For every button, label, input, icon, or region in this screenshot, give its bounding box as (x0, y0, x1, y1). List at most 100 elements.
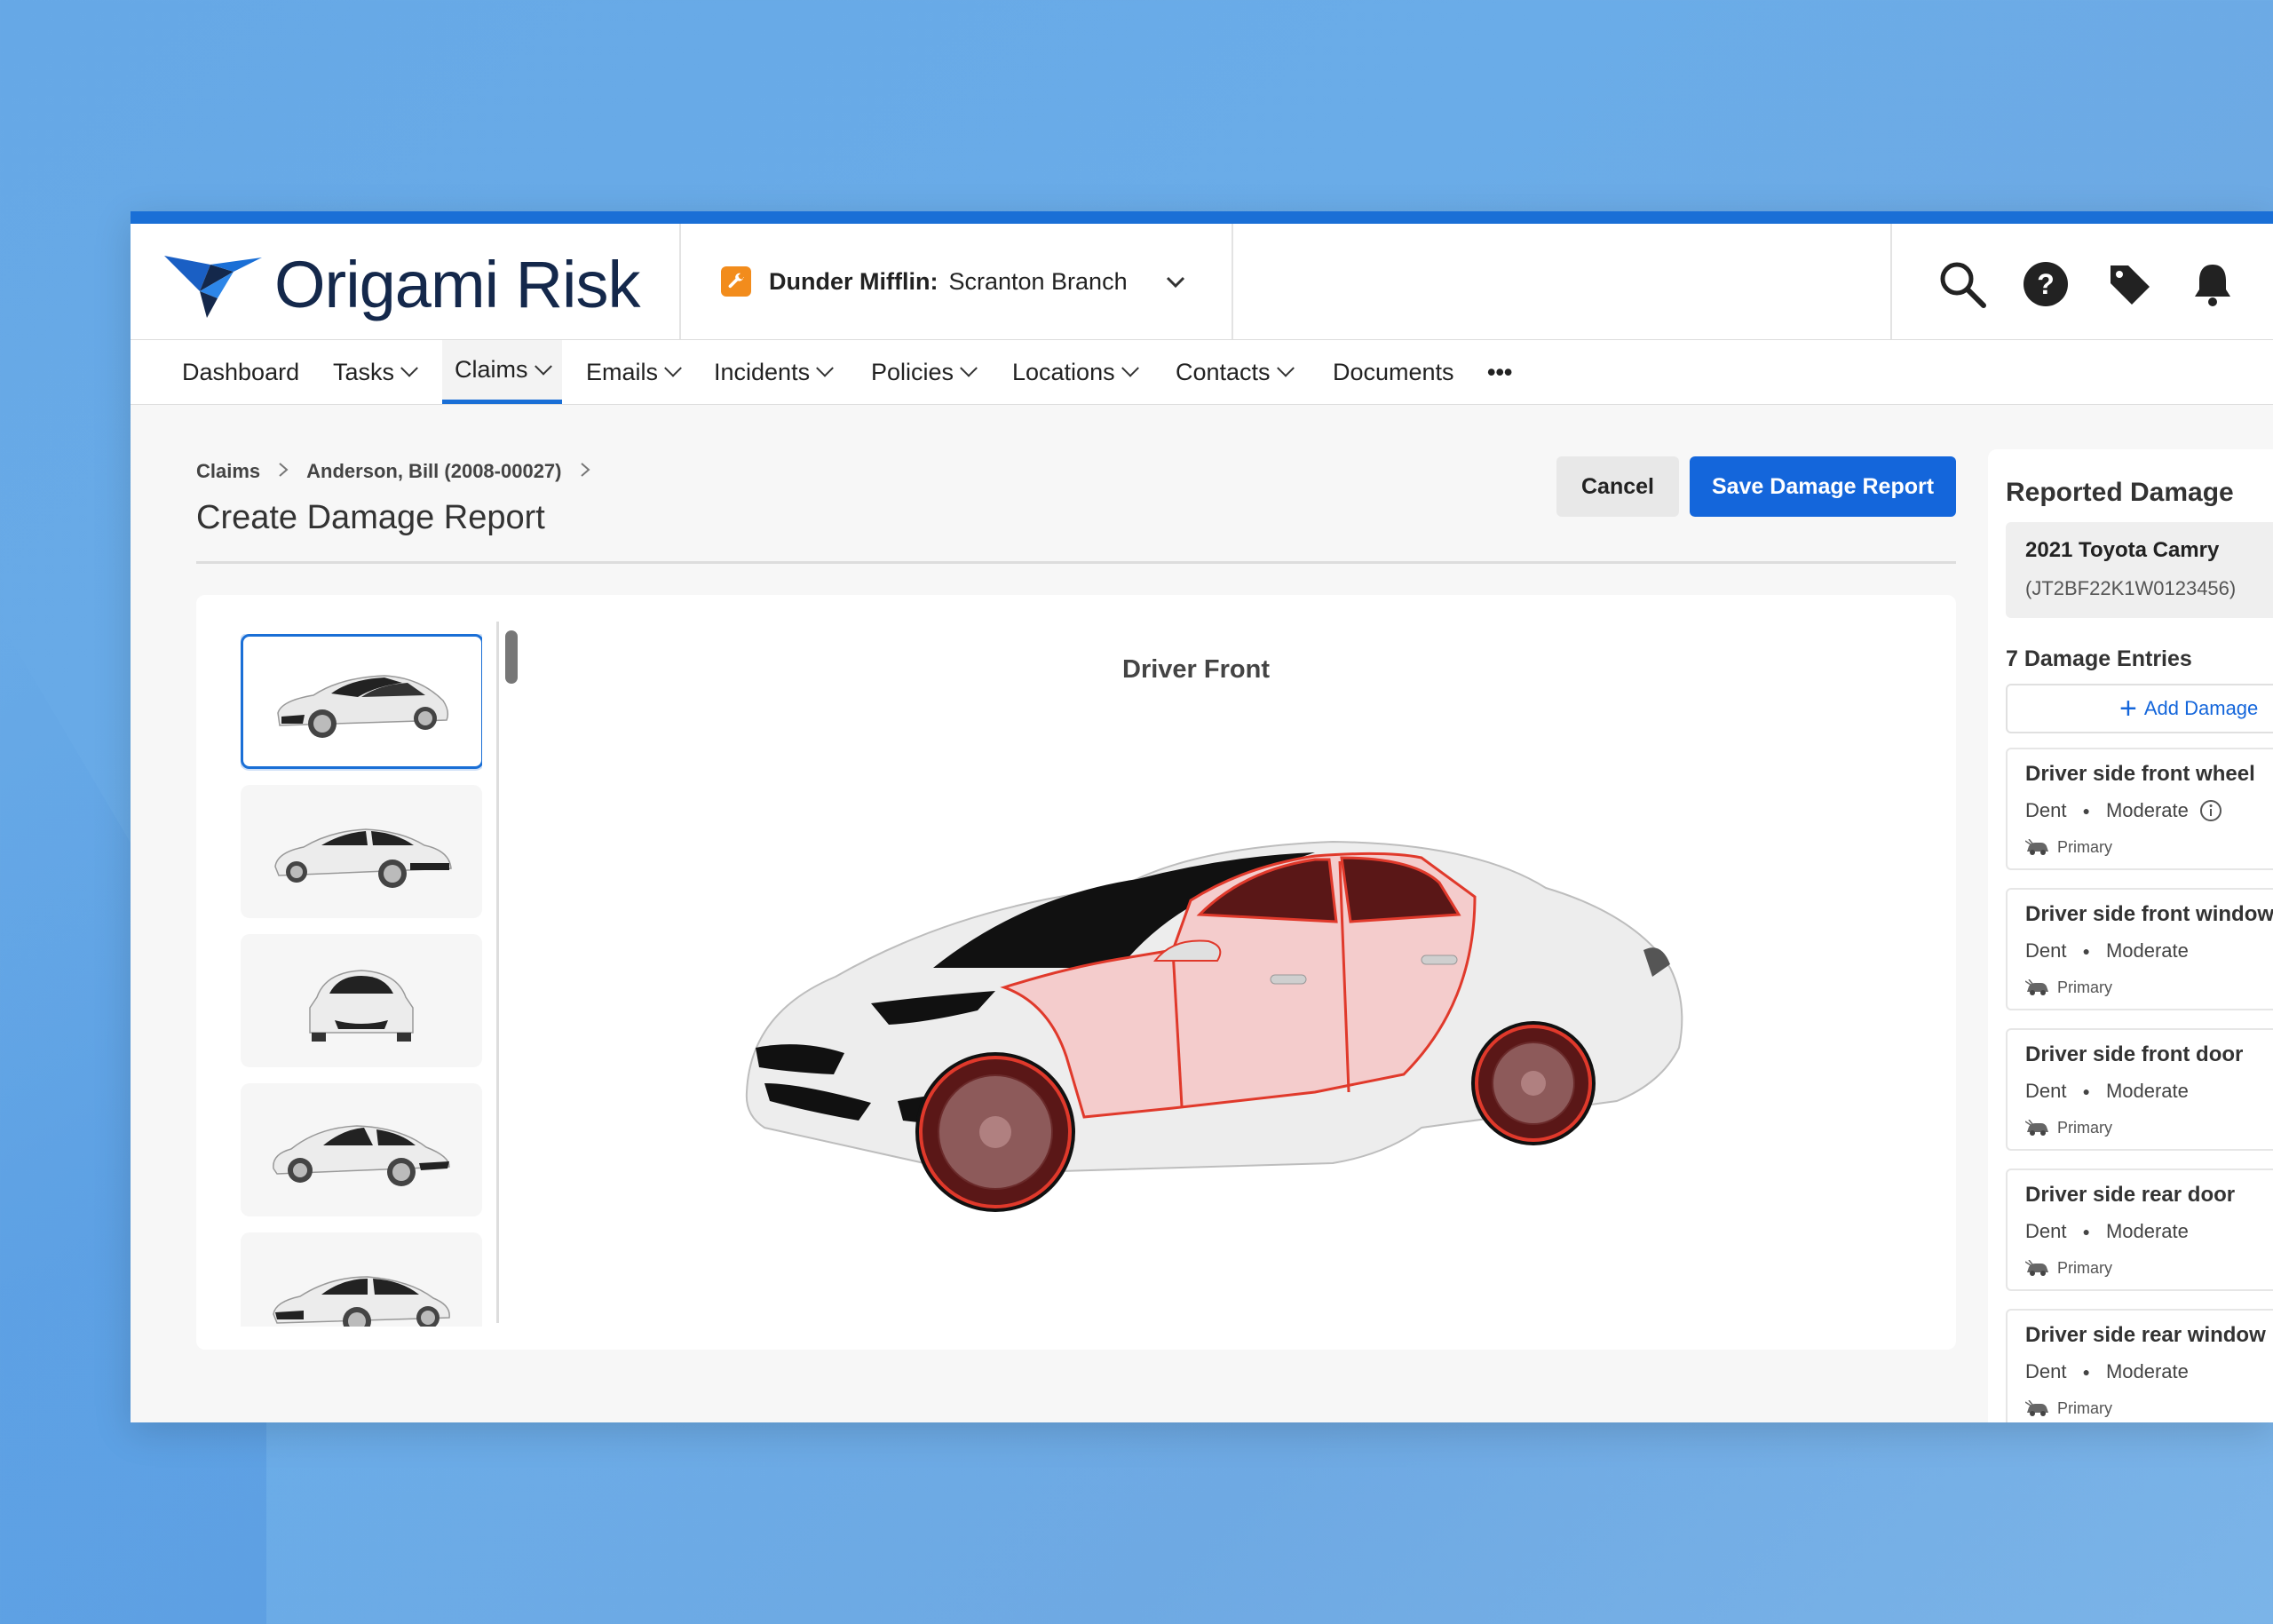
chevron-down-icon (664, 359, 682, 377)
dot-separator: ● (2082, 1084, 2090, 1098)
entry-tag-label: Primary (2057, 838, 2112, 856)
thumbnail-passenger-front[interactable] (241, 1083, 482, 1216)
logo[interactable]: Origami Risk (164, 247, 640, 321)
entry-tag: Primary (2025, 1119, 2112, 1137)
entry-tag-label: Primary (2057, 1399, 2112, 1417)
entry-type: Dent (2025, 799, 2067, 821)
damage-entry[interactable]: Driver side rear door Dent ● Moderate Pr… (2006, 1168, 2273, 1291)
topbar-divider (679, 224, 681, 339)
nav-contacts[interactable]: Contacts (1176, 340, 1295, 404)
entry-title: Driver side front door (2025, 1042, 2244, 1066)
dot-separator: ● (2082, 944, 2090, 958)
car-driver-rear-icon (274, 828, 452, 888)
nav-documents-label: Documents (1333, 358, 1454, 385)
car-crash-icon (2025, 978, 2048, 995)
nav-dashboard[interactable]: Dashboard (182, 340, 299, 404)
panel-title: Reported Damage (2006, 478, 2234, 507)
entry-meta: Dent ● Moderate (2025, 1220, 2189, 1243)
car-crash-icon (2025, 838, 2048, 855)
help-icon[interactable]: ? (2021, 259, 2071, 309)
entry-tag: Primary (2025, 838, 2112, 857)
vehicle-summary: 2021 Toyota Camry (JT2BF22K1W0123456) (2006, 522, 2273, 618)
entry-tag: Primary (2025, 1399, 2112, 1418)
bell-icon[interactable] (2188, 259, 2237, 309)
entry-tag: Primary (2025, 978, 2112, 997)
chevron-down-icon (1165, 268, 1186, 296)
entry-type: Dent (2025, 1360, 2067, 1382)
page-title: Create Damage Report (196, 499, 545, 536)
nav-policies-label: Policies (871, 358, 954, 385)
nav-incidents[interactable]: Incidents (714, 340, 834, 404)
nav-locations[interactable]: Locations (1012, 340, 1139, 404)
breadcrumb-claim[interactable]: Anderson, Bill (2008-00027) (306, 460, 561, 483)
nav-dashboard-label: Dashboard (182, 358, 300, 385)
tag-icon[interactable] (2104, 259, 2154, 309)
thumbnail-driver-rear[interactable] (241, 785, 482, 918)
breadcrumb-claims[interactable]: Claims (196, 460, 260, 483)
chevron-down-icon (400, 359, 418, 377)
entry-meta: Dent ● Moderate (2025, 1080, 2189, 1103)
entry-meta: Dent ● Moderate (2025, 939, 2189, 963)
damage-entry[interactable]: Driver side front door Dent ● Moderate P… (2006, 1028, 2273, 1151)
chevron-down-icon (534, 357, 552, 376)
entry-meta: Dent ● Moderate (2025, 1360, 2189, 1383)
damage-entry[interactable]: Driver side rear window Dent ● Moderate … (2006, 1309, 2273, 1422)
title-divider (196, 561, 1956, 564)
entry-severity: Moderate (2105, 1080, 2189, 1102)
damage-entry[interactable]: Driver side front window Dent ● Moderate… (2006, 888, 2273, 1010)
org-name: Dunder Mifflin: (769, 267, 939, 295)
dot-separator: ● (2082, 804, 2090, 818)
vehicle-vin: (JT2BF22K1W0123456) (2025, 577, 2237, 599)
nav-emails[interactable]: Emails (586, 340, 682, 404)
thumbnail-passenger-rear[interactable] (241, 1232, 482, 1327)
entry-tag-label: Primary (2057, 978, 2112, 996)
info-icon[interactable] (2199, 799, 2222, 822)
entry-type: Dent (2025, 1080, 2067, 1102)
dot-separator: ● (2082, 1224, 2090, 1239)
entry-tag-label: Primary (2057, 1259, 2112, 1277)
nav-tasks[interactable]: Tasks (333, 340, 418, 404)
entry-severity: Moderate (2105, 939, 2189, 962)
reported-damage-panel: Reported Damage 2021 Toyota Camry (JT2BF… (1988, 449, 2273, 1422)
add-damage-label: Add Damage (2143, 697, 2259, 719)
thumbnail-front[interactable] (241, 934, 482, 1067)
org-branch: Scranton Branch (948, 267, 1128, 295)
nav-more[interactable]: ••• (1487, 340, 1512, 404)
chevron-down-icon (960, 359, 978, 377)
cancel-button[interactable]: Cancel (1556, 456, 1679, 517)
chevron-right-icon (278, 460, 289, 483)
nav-locations-label: Locations (1012, 358, 1115, 385)
entry-title: Driver side rear door (2025, 1183, 2236, 1207)
chevron-right-icon (580, 460, 590, 483)
nav-incidents-label: Incidents (714, 358, 811, 385)
entry-title: Driver side front window (2025, 902, 2273, 926)
car-passenger-rear-icon (273, 1276, 450, 1327)
top-bar: Origami Risk Dunder Mifflin: Scranton Br… (131, 224, 2273, 340)
wrench-icon (721, 266, 751, 297)
thumbnail-driver-front[interactable] (241, 634, 482, 769)
nav-emails-label: Emails (586, 358, 659, 385)
app-window: Origami Risk Dunder Mifflin: Scranton Br… (131, 211, 2273, 1422)
nav-claims[interactable]: Claims (442, 340, 562, 404)
dot-separator: ● (2082, 1365, 2090, 1379)
view-thumbnail-list (241, 634, 482, 1327)
brand-name: Origami Risk (274, 247, 640, 321)
damage-entry[interactable]: Driver side front wheel Dent ● Moderate … (2006, 748, 2273, 870)
add-damage-button[interactable]: + Add Damage (2006, 684, 2273, 733)
entry-severity: Moderate (2105, 1360, 2189, 1382)
topbar-actions: ? (1937, 259, 2237, 309)
nav-policies[interactable]: Policies (871, 340, 978, 404)
car-damage-diagram[interactable] (729, 790, 1759, 1252)
save-damage-report-button[interactable]: Save Damage Report (1690, 456, 1956, 517)
topbar-divider (1232, 224, 1233, 339)
entry-type: Dent (2025, 939, 2067, 962)
search-icon[interactable] (1937, 259, 1987, 309)
car-crash-icon (2025, 1259, 2048, 1276)
car-crash-icon (2025, 1119, 2048, 1136)
svg-text:?: ? (2037, 268, 2055, 300)
nav-documents[interactable]: Documents (1333, 340, 1454, 404)
chevron-down-icon (1276, 359, 1295, 377)
entry-meta: Dent ● Moderate (2025, 799, 2222, 822)
chevron-down-icon (1121, 359, 1139, 377)
org-selector[interactable]: Dunder Mifflin: Scranton Branch (721, 259, 1186, 304)
